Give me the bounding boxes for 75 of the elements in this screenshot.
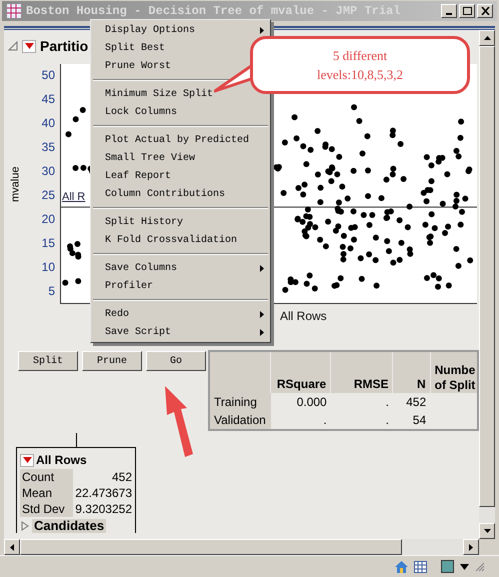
table-cell: 0.000	[270, 393, 331, 411]
submenu-arrow-icon	[260, 328, 264, 336]
y-axis-label: mvalue	[8, 166, 23, 202]
report-title: Partitio	[40, 36, 88, 56]
close-button[interactable]	[477, 4, 493, 18]
close-icon	[480, 7, 490, 15]
submenu-arrow-icon	[260, 310, 264, 318]
menu-item[interactable]: Save Script	[91, 323, 270, 341]
action-button[interactable]: Prune	[82, 351, 142, 371]
menu-item[interactable]: Display Options	[91, 21, 270, 39]
dropdown-icon[interactable]	[20, 454, 34, 466]
menu-item[interactable]: Lock Columns	[91, 103, 270, 121]
color-swatch-icon[interactable]	[441, 560, 454, 573]
table-cell: 452	[392, 393, 430, 411]
disclosure-closed-icon[interactable]	[20, 521, 30, 531]
action-button[interactable]: Go	[146, 351, 206, 371]
y-tick-label: 25	[42, 189, 55, 202]
scroll-down-icon[interactable]	[484, 529, 490, 533]
menu-item[interactable]: K Fold Crossvalidation	[91, 231, 270, 249]
column-header: RSquare	[270, 351, 331, 393]
vertical-scrollbar[interactable]	[479, 30, 495, 539]
menu-item[interactable]: Redo	[91, 305, 270, 323]
y-tick-label: 15	[42, 237, 55, 250]
menu-item[interactable]: Profiler	[91, 277, 270, 295]
minimize-button[interactable]	[441, 4, 457, 18]
table-cell: .	[330, 411, 393, 430]
stat-value: 9.3203252	[74, 501, 132, 517]
submenu-arrow-icon	[260, 26, 264, 34]
row-label: Training	[209, 393, 271, 411]
y-tick-label: 40	[42, 117, 55, 130]
stat-label: Count	[20, 469, 73, 485]
y-tick-label: 35	[42, 141, 55, 154]
row-label: Validation	[209, 411, 271, 430]
column-header: Numbe of Split	[430, 351, 478, 393]
scroll-right-icon[interactable]	[469, 544, 473, 550]
maximize-button[interactable]	[459, 4, 475, 18]
resize-grip-icon[interactable]	[475, 562, 485, 572]
callout-tooltip: 5 different levels:10,8,5,3,2	[250, 36, 470, 94]
menu-item[interactable]: Leaf Report	[91, 167, 270, 185]
y-tick-label: 5	[48, 285, 55, 298]
home-icon[interactable]	[395, 560, 408, 572]
table-cell: .	[270, 411, 331, 430]
candidates-header: Candidates	[32, 519, 106, 533]
dropdown-arrow-icon[interactable]	[460, 564, 469, 570]
menu-item[interactable]: Save Columns	[91, 259, 270, 277]
column-header: N	[392, 351, 430, 393]
horizontal-scrollbar[interactable]	[4, 539, 479, 555]
scroll-left-icon[interactable]	[10, 544, 14, 550]
stat-value: 22.473673	[74, 485, 132, 501]
y-tick-label: 45	[42, 93, 55, 106]
node-title: All Rows	[36, 452, 87, 469]
stat-label: Mean	[20, 485, 73, 501]
stat-value: 452	[110, 469, 132, 485]
submenu-arrow-icon	[260, 264, 264, 272]
y-tick-label: 30	[42, 165, 55, 178]
node-label-cut: All R	[62, 191, 86, 204]
stat-label: Std Dev	[20, 501, 73, 517]
table-cell: .	[330, 393, 393, 411]
column-header: RMSE	[330, 351, 393, 393]
disclosure-open-icon[interactable]	[8, 41, 18, 51]
table-cell: 54	[392, 411, 430, 430]
y-tick-label: 20	[42, 213, 55, 226]
y-tick-label: 10	[42, 261, 55, 274]
action-button[interactable]: Split	[18, 351, 78, 371]
menu-item[interactable]: Column Contributions	[91, 185, 270, 203]
scroll-up-icon[interactable]	[484, 36, 490, 40]
data-table-icon[interactable]	[414, 560, 427, 572]
dropdown-icon[interactable]	[22, 40, 36, 52]
maximize-icon	[462, 7, 472, 15]
plot-node-label: All Rows	[280, 309, 327, 323]
menu-item[interactable]: Split History	[91, 213, 270, 231]
y-tick-label: 50	[42, 69, 55, 82]
menu-item[interactable]: Small Tree View	[91, 149, 270, 167]
menu-item[interactable]: Plot Actual by Predicted	[91, 131, 270, 149]
app-icon	[6, 3, 22, 19]
